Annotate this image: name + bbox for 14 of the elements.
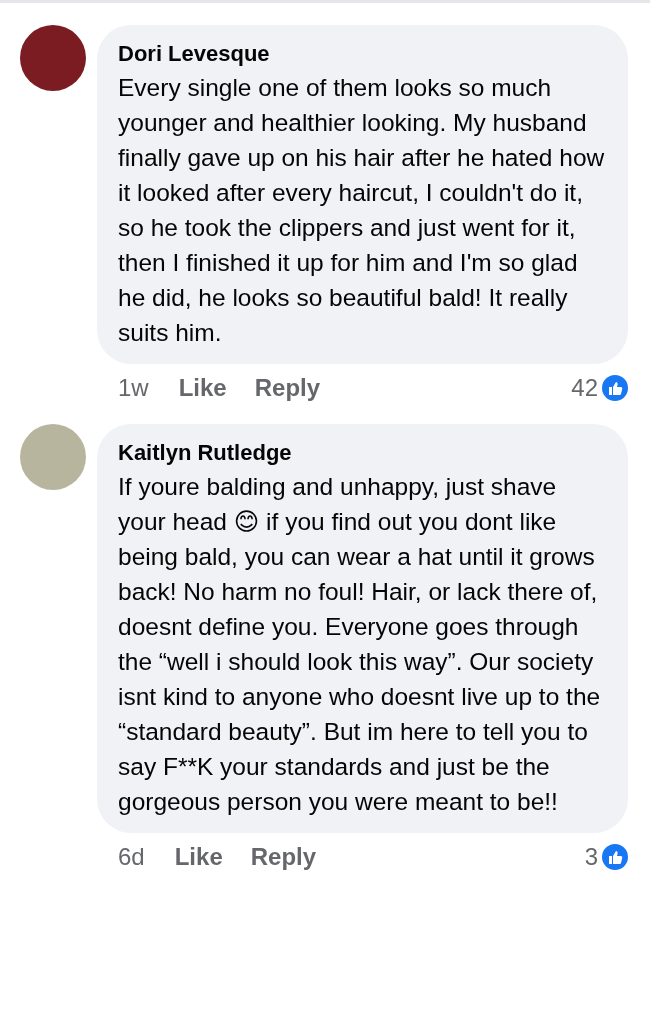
comment-author[interactable]: Kaitlyn Rutledge [118,440,610,466]
reply-link[interactable]: Reply [254,374,321,402]
like-link[interactable]: Like [174,843,223,871]
comment-time[interactable]: 1w [118,374,149,402]
like-icon [602,375,628,401]
comment-author[interactable]: Dori Levesque [118,41,610,67]
reply-link[interactable]: Reply [250,843,317,871]
reaction-count[interactable]: 3 [584,843,598,871]
like-link[interactable]: Like [178,374,227,402]
comment-text: Every single one of them looks so much younger and healthier looking. My husband finally gave up on his hair after he hated how it looked after every haircut, I couldn't do it, so he took the clippers and just went for it, then I finished it up for him and I'm so glad he did, he looks so beautiful bald! It really suits him. [118,73,606,348]
like-icon [602,844,628,870]
comment-time[interactable]: 6d [118,843,145,871]
reaction-count[interactable]: 42 [571,374,598,402]
comment-text: If youre balding and unhappy, just shave your head 😊 if you find out you dont like being bald, you can wear a hat until it grows back! No harm no foul! Hair, or lack there of, doesnt define you. Everyone goes through the “well i should look this way”. Our society isnt kind to anyone who doesnt live up to the “standard beauty”. But im here to tell you to say F**K your standards and just be the gorgeous person you were meant to be!! [118,472,602,817]
